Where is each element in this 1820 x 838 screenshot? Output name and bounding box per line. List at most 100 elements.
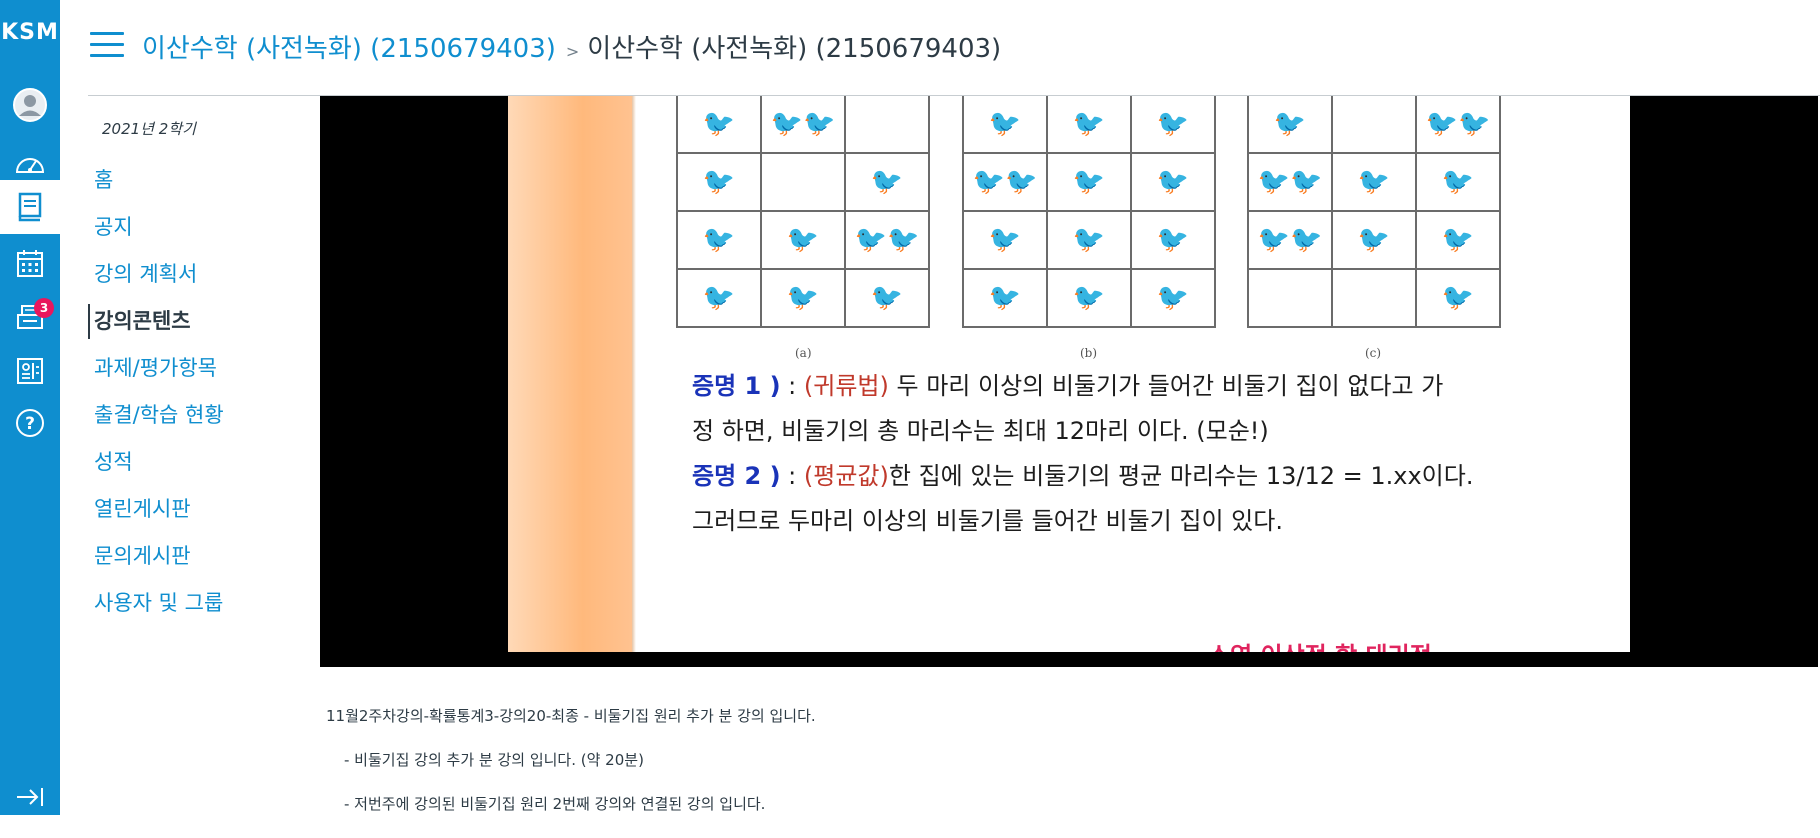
description-line: - 저번주에 강의된 비둘기집 원리 2번째 강의와 연결된 강의 입니다. [344,795,766,813]
pigeon-hole-cell: 🐦 [676,152,762,212]
pigeon-hole-cell: 🐦🐦 [1247,210,1333,270]
course-nav-assignments[interactable]: 과제/평가항목 [88,345,318,392]
page-header: 이산수학 (사전녹화) (2150679403) > 이산수학 (사전녹화) (21… [60,0,1820,96]
pigeon-hole-cell: 🐦🐦 [1247,152,1333,212]
help-icon: ? [16,409,44,437]
pigeon-hole-cell: 🐦 [1331,152,1417,212]
proof1-colon: : [780,372,804,400]
pigeon-hole-cell: 🐦 [1046,210,1132,270]
grid-row: 🐦🐦🐦 [676,268,930,328]
pigeon-hole-cell: 🐦 [844,268,930,328]
global-nav-commons[interactable] [0,344,60,398]
pigeon-hole-cell: 🐦 [962,210,1048,270]
pigeon-hole-cell: 🐦 [676,96,762,154]
proof2-line1: 증명 2 ) : (평균값)한 집에 있는 비둘기의 평균 마리수는 13/12… [692,456,1473,491]
pigeon-hole-cell: 🐦 [676,210,762,270]
course-nav-announcements[interactable]: 공지 [88,204,318,251]
proof2-colon: : [780,462,804,490]
pigeon-hole-cell [1331,268,1417,328]
grid-row: 🐦🐦🐦🐦 [676,210,930,270]
global-nav-courses[interactable] [0,180,60,234]
pigeon-hole-cell: 🐦🐦 [760,96,846,154]
course-nav-people[interactable]: 사용자 및 그룹 [88,580,318,627]
pigeon-hole-cell: 🐦 [1415,210,1501,270]
pigeon-hole-cell: 🐦🐦 [962,152,1048,212]
courses-book-icon [18,192,42,222]
pigeon-hole-cell [760,152,846,212]
global-nav-account[interactable] [0,78,60,132]
pigeon-hole-cell: 🐦 [1331,210,1417,270]
commons-icon [17,358,43,384]
pigeon-hole-cell: 🐦 [1046,268,1132,328]
global-nav: KSM 3 ? [0,0,60,815]
pigeon-hole-cell: 🐦 [1046,152,1132,212]
inbox-unread-badge: 3 [34,298,54,318]
proof2-method: (평균값) [803,462,889,490]
video-player[interactable]: 🐦 🐦🐦 🐦 🐦 🐦 🐦 🐦🐦 🐦 🐦 🐦 🐦 🐦 🐦 🐦🐦 🐦 🐦 🐦 🐦 🐦 🐦 🐦 🐦 🐦 🐦🐦 🐦🐦 🐦 🐦 🐦🐦 🐦 🐦 🐦 … [320,96,1818,667]
grid-row: 🐦🐦🐦 [962,96,1216,154]
collapse-arrow-icon [17,788,43,806]
pigeon-hole-cell [1331,96,1417,154]
lecture-slide: 🐦 🐦🐦 🐦 🐦 🐦 🐦 🐦🐦 🐦 🐦 🐦 🐦 🐦 🐦 🐦🐦 🐦 🐦 🐦 🐦 🐦 🐦 🐦 🐦 🐦 🐦🐦 🐦🐦 🐦 🐦 🐦🐦 🐦 🐦 🐦 … [508,96,1630,652]
hamburger-icon-bar [90,54,124,57]
pigeon-hole-cell: 🐦 [1130,96,1216,154]
hamburger-icon-bar [90,43,124,46]
course-nav-syllabus[interactable]: 강의 계획서 [88,251,318,298]
grid-row: 🐦 🐦 [676,152,930,212]
grid-row: 🐦🐦🐦 [676,96,930,154]
course-nav-attendance[interactable]: 출결/학습 현황 [88,392,318,439]
breadcrumb: 이산수학 (사전녹화) (2150679403) > 이산수학 (사전녹화) (21… [142,28,1001,65]
description-line: - 비둘기집 강의 추가 분 강의 입니다. (약 20분) [344,751,644,769]
proof2-label: 증명 2 ) [692,462,781,490]
grid-caption-c: (c) [1365,346,1382,360]
pigeon-hole-cell: 🐦🐦 [1415,96,1501,154]
course-nav-qna-board[interactable]: 문의게시판 [88,533,318,580]
course-nav-lecture-contents[interactable]: 강의콘텐츠 [88,298,318,345]
course-nav-open-board[interactable]: 열린게시판 [88,486,318,533]
grid-row: 🐦🐦🐦🐦 [1247,210,1501,270]
slide-decor-band [508,96,632,652]
pigeon-hole-cell: 🐦🐦 [844,210,930,270]
pigeon-hole-cell: 🐦 [844,152,930,212]
proof2-line2: 그러므로 두마리 이상의 비둘기를 들어간 비둘기 집이 있다. [692,507,1283,535]
grid-row: 🐦🐦🐦 [962,268,1216,328]
proof1-label: 증명 1 ) [692,372,781,400]
grid-caption-a: (a) [795,346,812,360]
term-label: 2021년 2학기 [102,120,196,138]
pigeon-hole-cell: 🐦 [1247,96,1333,154]
course-menu-toggle-button[interactable] [90,32,124,58]
global-nav-collapse[interactable] [0,780,60,814]
grid-row: 🐦🐦🐦🐦 [962,152,1216,212]
pigeon-hole-cell: 🐦 [1415,152,1501,212]
pigeon-hole-cell: 🐦 [676,268,762,328]
lecture-description: 11월2주차강의-확률통계3-강의20-최종 - 비둘기집 원리 추가 분 강의… [326,706,816,838]
breadcrumb-separator-icon: > [565,42,580,61]
global-nav-help[interactable]: ? [0,396,60,450]
pigeon-hole-cell: 🐦 [760,210,846,270]
calendar-icon [17,250,43,277]
pigeon-hole-cell: 🐦 [760,268,846,328]
account-avatar-icon [13,88,47,122]
global-nav-calendar[interactable] [0,236,60,290]
pigeonhole-grid-b: 🐦 🐦 🐦 🐦🐦 🐦 🐦 🐦 🐦 🐦 🐦 🐦 🐦 [962,96,1216,328]
course-nav-grades[interactable]: 성적 [88,439,318,486]
grid-row: 🐦 [1247,268,1501,328]
pigeon-hole-cell: 🐦 [1130,210,1216,270]
hamburger-icon-bar [90,32,124,35]
course-nav-home[interactable]: 홈 [88,157,318,204]
proof2-text: 한 집에 있는 비둘기의 평균 마리수는 13/12 = 1.xx이다. [888,462,1474,490]
proof1-line2: 정 하면, 비둘기의 총 마리수는 최대 12마리 이다. (모순!) [692,417,1269,445]
grid-row: 🐦🐦🐦 [1247,96,1501,154]
global-nav-inbox[interactable]: 3 [0,290,60,344]
pigeonhole-grid-c: 🐦 🐦🐦 🐦🐦 🐦 🐦 🐦🐦 🐦 🐦 🐦 [1247,96,1501,328]
slide-decor-shadow [632,96,636,652]
breadcrumb-current: 이산수학 (사전녹화) (2150679403) [587,34,1002,64]
description-line: 11월2주차강의-확률통계3-강의20-최종 - 비둘기집 원리 추가 분 강의… [326,707,816,725]
grid-caption-b: (b) [1080,346,1098,360]
grid-row: 🐦🐦🐦🐦 [1247,152,1501,212]
pigeon-hole-cell: 🐦 [1130,268,1216,328]
breadcrumb-course-link[interactable]: 이산수학 (사전녹화) (2150679403) [142,34,556,64]
pigeon-hole-cell: 🐦 [962,268,1048,328]
course-nav: 2021년 2학기 홈 공지 강의 계획서 강의콘텐츠 과제/평가항목 출결/학… [88,118,318,627]
school-logo[interactable]: KSM [0,20,60,45]
